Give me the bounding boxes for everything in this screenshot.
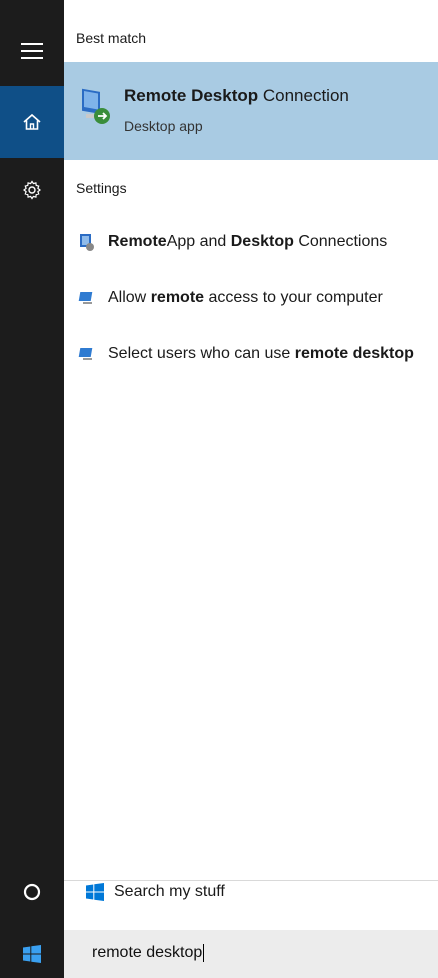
label-part: Connections (293, 233, 388, 250)
label-part: Remote (108, 233, 167, 250)
best-match-title-bold: Remote Desktop (124, 86, 259, 105)
settings-button[interactable] (0, 165, 64, 215)
label-part: remote (150, 289, 205, 306)
home-button[interactable] (0, 86, 64, 158)
text-caret (203, 944, 205, 962)
cortana-circle-icon (23, 883, 41, 901)
hamburger-menu-button[interactable] (0, 26, 64, 76)
best-match-header: Best match (76, 30, 147, 46)
settings-item-label: Select users who can use remote desktop (108, 345, 414, 363)
label-part: App and (166, 233, 231, 250)
best-match-title-rest: Connection (258, 86, 349, 105)
remoteapp-icon (74, 229, 100, 255)
search-results-panel: Best match Remote Desktop Connection Des… (64, 0, 438, 978)
settings-item-remoteapp[interactable]: RemoteApp and Desktop Connections (64, 222, 438, 262)
home-icon (23, 113, 41, 130)
settings-item-label: Allow remote access to your computer (108, 289, 383, 307)
monitor-icon (74, 285, 100, 311)
search-query-text: remote desktop (92, 944, 203, 962)
label-part: Desktop (230, 233, 294, 250)
search-my-stuff-label: Search my stuff (114, 883, 225, 900)
label-part: Select users who can use (108, 345, 295, 362)
monitor-icon (74, 341, 100, 367)
left-rail (0, 0, 64, 978)
hamburger-menu-icon (21, 43, 43, 59)
best-match-title: Remote Desktop Connection (124, 86, 349, 106)
settings-item-label: RemoteApp and Desktop Connections (108, 233, 387, 251)
label-part: Allow (108, 289, 151, 306)
label-part: access to your computer (204, 289, 383, 306)
search-input[interactable]: remote desktop (92, 944, 205, 962)
settings-gear-icon (23, 180, 41, 200)
settings-item-allow-remote[interactable]: Allow remote access to your computer (64, 278, 438, 318)
best-match-item[interactable] (64, 62, 438, 160)
settings-header: Settings (76, 180, 127, 196)
windows-logo-icon (23, 945, 41, 963)
search-my-stuff-button[interactable]: Search my stuff (64, 872, 438, 912)
remote-desktop-icon (78, 86, 114, 126)
start-button[interactable] (0, 930, 64, 978)
best-match-subtitle: Desktop app (124, 118, 203, 134)
windows-logo-icon (86, 883, 104, 901)
cortana-button[interactable] (0, 868, 64, 916)
settings-item-select-users[interactable]: Select users who can use remote desktop (64, 334, 438, 374)
label-part: remote desktop (294, 345, 414, 362)
